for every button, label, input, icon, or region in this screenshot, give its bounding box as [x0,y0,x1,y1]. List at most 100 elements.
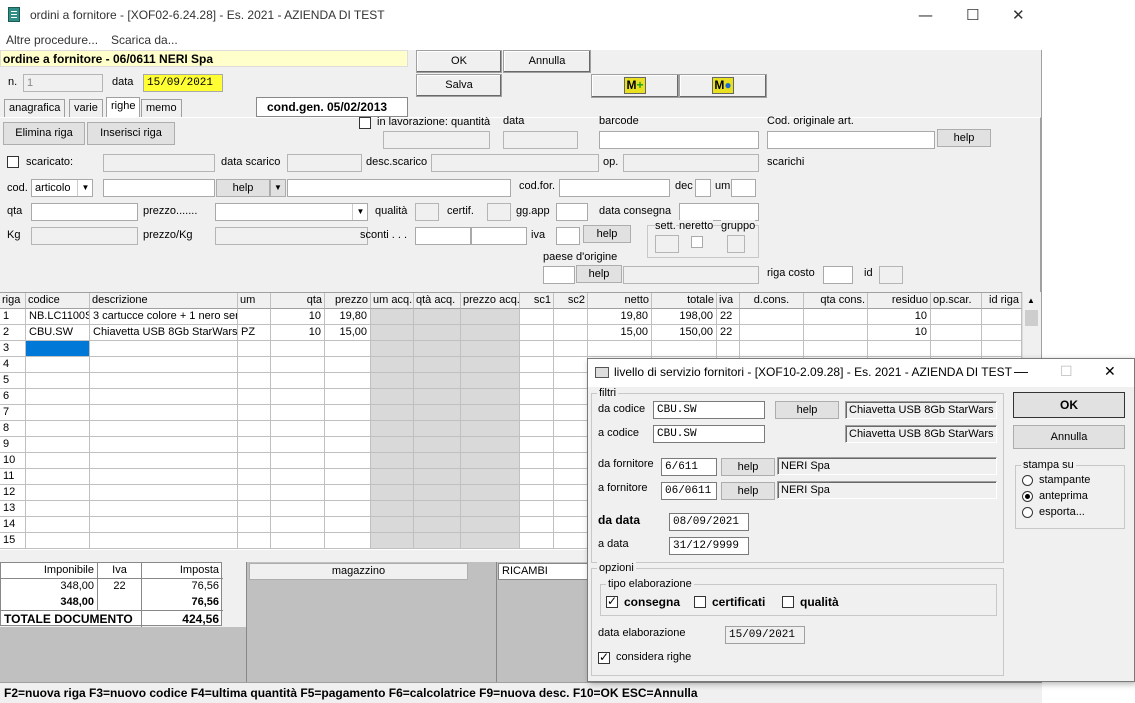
order-number-field[interactable]: 1 [23,74,103,92]
cell-prezzo-acq[interactable] [461,389,520,405]
cell-riga[interactable]: 8 [0,421,26,437]
cell-riga[interactable]: 10 [0,453,26,469]
cell-um[interactable] [238,357,271,373]
cell-descrizione[interactable] [90,517,238,533]
cell-qta[interactable] [271,453,325,469]
sconto2-field[interactable] [471,227,527,245]
cell-sc1[interactable] [520,309,554,325]
col-sc2-header[interactable]: sc2 [554,293,588,309]
cell-codice[interactable] [26,501,90,517]
cell-qta-acq[interactable] [414,373,461,389]
cell-qta[interactable] [271,437,325,453]
cell-prezzo[interactable] [325,501,371,517]
chevron-down-icon[interactable]: ▼ [77,180,92,196]
cell-riga[interactable]: 11 [0,469,26,485]
cell-qta-acq[interactable] [414,485,461,501]
cell-sc1[interactable] [520,437,554,453]
a-fornitore-field[interactable]: 06/0611 [661,482,717,500]
gruppo-field[interactable] [727,235,745,253]
order-date-field[interactable]: 15/09/2021 [143,74,223,92]
qta-field[interactable] [31,203,138,221]
magazzino-header[interactable]: magazzino [249,563,468,580]
cell-riga[interactable]: 1 [0,309,26,325]
cell-sc1[interactable] [520,389,554,405]
maximize-icon[interactable]: ☐ [966,6,979,24]
annulla-button[interactable]: Annulla [503,50,591,73]
cell-qta-cons[interactable] [804,325,868,341]
da-fornitore-help-button[interactable]: help [721,458,775,476]
cell-qta-acq[interactable] [414,389,461,405]
col-qta-acq-header[interactable]: qtà acq. [414,293,461,309]
cell-sc1[interactable] [520,421,554,437]
cell-prezzo[interactable] [325,437,371,453]
cell-totale[interactable]: 150,00 [652,325,717,341]
cell-prezzo-acq[interactable] [461,485,520,501]
cell-um-acq[interactable] [371,517,414,533]
cell-op-scar[interactable] [931,309,982,325]
cell-id-riga[interactable] [982,325,1022,341]
prezzo-kg-field[interactable] [215,227,368,245]
cell-descrizione[interactable] [90,405,238,421]
col-qta-cons-header[interactable]: qta cons. [804,293,868,309]
cell-qta[interactable] [271,357,325,373]
cell-sc2[interactable] [554,469,588,485]
iva-field[interactable] [556,227,580,245]
cell-um-acq[interactable] [371,485,414,501]
cell-um-acq[interactable] [371,357,414,373]
cell-op-scar[interactable] [931,341,982,357]
elimina-riga-button[interactable]: Elimina riga [3,122,85,145]
id-field[interactable] [879,266,903,284]
cell-um-acq[interactable] [371,373,414,389]
cell-prezzo-acq[interactable] [461,501,520,517]
cell-um[interactable] [238,437,271,453]
a-data-field[interactable]: 31/12/9999 [669,537,749,555]
table-row[interactable]: 2 CBU.SW Chiavetta USB 8Gb StarWars PZ 10 15,… [0,325,1022,341]
ricambi-header[interactable]: RICAMBI [498,563,588,580]
dialog-minimize-icon[interactable]: — [1014,363,1028,379]
cell-riga[interactable]: 6 [0,389,26,405]
data-consegna-field[interactable] [679,203,759,221]
dec-field[interactable] [695,179,711,197]
codice-dropdown-icon[interactable]: ▼ [270,179,286,197]
col-sc1-header[interactable]: sc1 [520,293,554,309]
cell-riga[interactable]: 7 [0,405,26,421]
col-codice-header[interactable]: codice [26,293,90,309]
consegna-checkbox[interactable] [606,594,618,608]
cell-sc2[interactable] [554,517,588,533]
cell-qta-acq[interactable] [414,469,461,485]
menu-altre-procedure[interactable]: Altre procedure... [6,33,98,47]
stampante-radio[interactable] [1022,475,1033,486]
cell-sc1[interactable] [520,469,554,485]
op-field[interactable] [623,154,759,172]
col-totale-header[interactable]: totale [652,293,717,309]
cell-codice[interactable] [26,437,90,453]
cell-um[interactable] [238,309,271,325]
col-qta-header[interactable]: qta [271,293,325,309]
cell-netto[interactable]: 19,80 [588,309,652,325]
cell-prezzo[interactable] [325,373,371,389]
cell-descrizione[interactable] [90,373,238,389]
um-field[interactable] [731,179,756,197]
cell-qta-acq[interactable] [414,453,461,469]
cell-sc2[interactable] [554,373,588,389]
col-residuo-header[interactable]: residuo [868,293,931,309]
cell-um[interactable]: PZ [238,325,271,341]
cell-codice[interactable] [26,389,90,405]
cell-sc1[interactable] [520,405,554,421]
cell-um-acq[interactable] [371,501,414,517]
da-data-field[interactable]: 08/09/2021 [669,513,749,531]
codice-field[interactable] [103,179,215,197]
cell-codice[interactable] [26,341,90,357]
codice-help-button[interactable]: help [216,179,270,197]
cell-descrizione[interactable]: Chiavetta USB 8Gb StarWars [90,325,238,341]
salva-button[interactable]: Salva [416,74,502,97]
col-riga-header[interactable]: riga [0,293,26,309]
a-codice-field[interactable]: CBU.SW [653,425,765,443]
cell-sc2[interactable] [554,453,588,469]
cell-riga[interactable]: 13 [0,501,26,517]
certificati-checkbox[interactable] [694,596,706,608]
cell-codice[interactable] [26,469,90,485]
cell-um-acq[interactable] [371,405,414,421]
dialog-ok-button[interactable]: OK [1013,392,1125,418]
cell-prezzo[interactable] [325,469,371,485]
